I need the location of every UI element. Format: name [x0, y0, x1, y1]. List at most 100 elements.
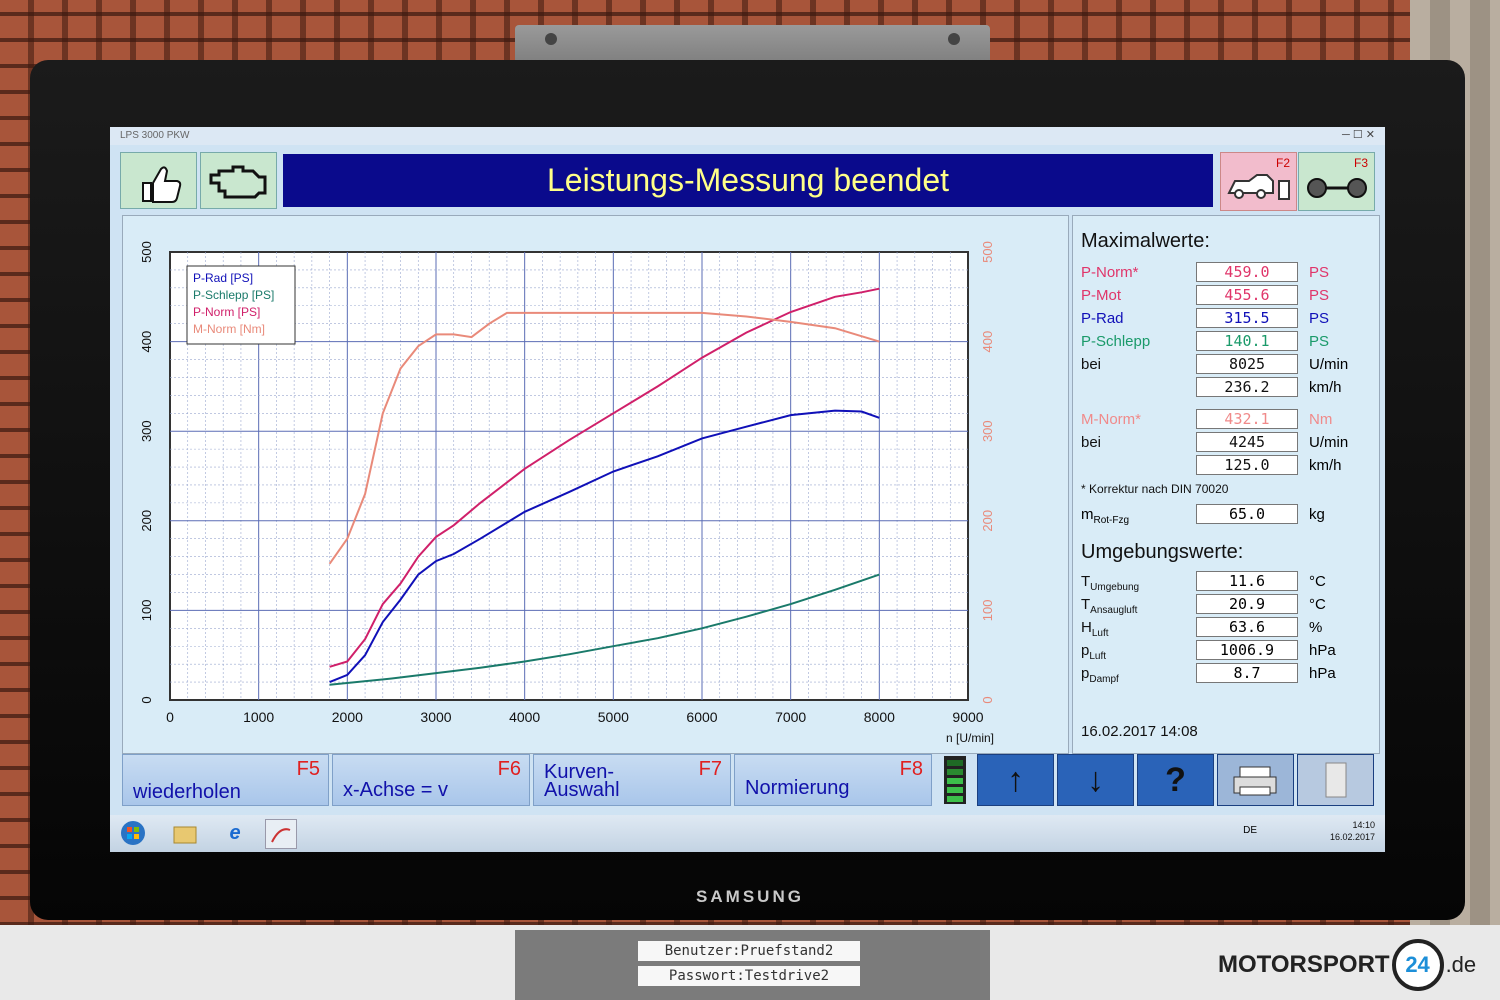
- engine-icon: [209, 165, 267, 199]
- t-intake-label: TAnsaugluft: [1081, 596, 1138, 616]
- p-schlepp-label: P-Schlepp: [1081, 333, 1151, 350]
- x-tick-label: 9000: [952, 709, 983, 725]
- max-rpm-value: 8025: [1196, 354, 1298, 374]
- torque-rpm-label: bei: [1081, 434, 1102, 451]
- y-right-tick-label: 500: [980, 241, 995, 263]
- windows-taskbar: e DE 14:10 16.02.2017: [110, 815, 1385, 852]
- clock-time: 14:10: [1352, 820, 1375, 830]
- user-label: Benutzer:Pruefstand2: [638, 941, 860, 961]
- arrow-up-icon: ↑: [1007, 761, 1024, 799]
- f6-label: x-Achse = v: [343, 779, 449, 801]
- logo-tld: .de: [1445, 952, 1477, 977]
- maxima-heading: Maximalwerte:: [1081, 230, 1210, 252]
- mass-label: mRot-Fzg: [1081, 506, 1130, 526]
- print-button[interactable]: [1217, 754, 1294, 806]
- max-speed-value: 236.2: [1196, 377, 1298, 397]
- f2-key-label: F2: [1275, 156, 1290, 170]
- mass-unit: kg: [1309, 506, 1325, 523]
- start-icon[interactable]: [118, 819, 148, 847]
- folder-icon[interactable]: [170, 819, 200, 847]
- y-left-tick-label: 500: [139, 241, 154, 263]
- m-norm-value: 432.1: [1196, 409, 1298, 429]
- f2-button[interactable]: F2: [1220, 152, 1297, 211]
- y-left-tick-label: 300: [139, 420, 154, 442]
- printer-icon: [1233, 766, 1277, 796]
- clock-date: 16.02.2017: [1329, 832, 1375, 842]
- window-controls[interactable]: ─ ☐ ✕: [1342, 128, 1375, 141]
- t-ambient-label: TUmgebung: [1081, 573, 1140, 593]
- page-title: Leistungs-Messung beendet: [283, 154, 1213, 207]
- question-icon: ?: [1165, 761, 1186, 799]
- t-intake-unit: °C: [1309, 596, 1326, 613]
- p-schlepp-unit: PS: [1309, 333, 1330, 350]
- p-rad-unit: PS: [1309, 310, 1330, 327]
- window-titlebar: LPS 3000 PKW ─ ☐ ✕: [110, 127, 1385, 145]
- p-vapor-label: pDampf: [1081, 665, 1119, 685]
- t-ambient-row: TUmgebung 11.6 °C: [1081, 571, 1371, 593]
- clock[interactable]: 14:10 16.02.2017: [1330, 819, 1375, 843]
- logo-badge: 24: [1391, 939, 1444, 991]
- t-intake-row: TAnsaugluft 20.9 °C: [1081, 594, 1371, 616]
- level-indicator: [944, 756, 966, 804]
- max-rpm-label: bei: [1081, 356, 1102, 373]
- f5-repeat-button[interactable]: F5 wiederholen: [122, 754, 329, 806]
- lps-app-icon[interactable]: [265, 819, 297, 849]
- internet-explorer-icon[interactable]: e: [220, 819, 250, 847]
- x-tick-label: 1000: [243, 709, 274, 725]
- thumbs-up-icon: [142, 166, 182, 203]
- p-air-label: pLuft: [1081, 642, 1107, 662]
- thumbs-up-button[interactable]: [120, 152, 197, 209]
- screw-icon: [948, 33, 960, 45]
- f8-normalization-button[interactable]: F8 Normierung: [734, 754, 932, 806]
- f3-button[interactable]: F3: [1298, 152, 1375, 211]
- engine-button[interactable]: [200, 152, 277, 209]
- p-norm-row: P-Norm* 459.0 PS: [1081, 262, 1371, 282]
- p-mot-unit: PS: [1309, 287, 1330, 304]
- scroll-down-button[interactable]: ↓: [1057, 754, 1134, 806]
- humidity-value: 63.6: [1196, 617, 1298, 637]
- p-rad-row: P-Rad 315.5 PS: [1081, 308, 1371, 328]
- y-left-tick-label: 200: [139, 510, 154, 532]
- y-right-tick-label: 400: [980, 331, 995, 353]
- p-rad-label: P-Rad: [1081, 310, 1124, 327]
- x-tick-label: 7000: [775, 709, 806, 725]
- p-vapor-unit: hPa: [1309, 665, 1336, 682]
- m-norm-unit: Nm: [1309, 411, 1333, 428]
- y-right-tick-label: 200: [980, 510, 995, 532]
- legend-entry: P-Schlepp [PS]: [193, 288, 274, 302]
- p-air-value: 1006.9: [1196, 640, 1298, 660]
- p-vapor-row: pDampf 8.7 hPa: [1081, 663, 1371, 685]
- max-speed-unit: km/h: [1309, 379, 1342, 396]
- t-ambient-unit: °C: [1309, 573, 1326, 590]
- p-mot-row: P-Mot 455.6 PS: [1081, 285, 1371, 305]
- humidity-row: HLuft 63.6%: [1081, 617, 1371, 639]
- y-right-tick-label: 100: [980, 600, 995, 622]
- scroll-up-button[interactable]: ↑: [977, 754, 1054, 806]
- exit-door-button[interactable]: [1297, 754, 1374, 806]
- power-chart-panel: 0 1000 2000 3000 4000 5000 6000 7000 8000 9000 n […: [122, 215, 1069, 754]
- f3-key-label: F3: [1353, 156, 1368, 170]
- logo-text: MOTORSPORT: [1218, 951, 1390, 978]
- legend-entry: M-Norm [Nm]: [193, 322, 265, 336]
- humidity-label: HLuft: [1081, 619, 1109, 639]
- p-norm-value: 459.0: [1196, 262, 1298, 282]
- torque-speed-value: 125.0: [1196, 455, 1298, 475]
- f7-key-label: F7: [698, 758, 722, 780]
- m-norm-label: M-Norm*: [1081, 411, 1141, 428]
- help-button[interactable]: ?: [1137, 754, 1214, 806]
- f6-x-axis-button[interactable]: F6 x-Achse = v: [332, 754, 530, 806]
- x-tick-label: 4000: [509, 709, 540, 725]
- f7-curve-select-button[interactable]: F7 Kurven- Auswahl: [533, 754, 731, 806]
- results-panel: Maximalwerte: P-Norm* 459.0 PS P-Mot 455.6 PS…: [1072, 215, 1380, 754]
- mass-value: 65.0: [1196, 504, 1298, 524]
- y-left-tick-label: 0: [139, 696, 154, 703]
- legend-entry: P-Rad [PS]: [193, 271, 253, 285]
- f5-key-label: F5: [296, 758, 320, 780]
- language-indicator[interactable]: DE: [1243, 825, 1257, 836]
- p-vapor-value: 8.7: [1196, 663, 1298, 683]
- p-rad-value: 315.5: [1196, 308, 1298, 328]
- f6-key-label: F6: [497, 758, 521, 780]
- p-norm-unit: PS: [1309, 264, 1330, 281]
- y-left-tick-label: 100: [139, 600, 154, 622]
- t-intake-value: 20.9: [1196, 594, 1298, 614]
